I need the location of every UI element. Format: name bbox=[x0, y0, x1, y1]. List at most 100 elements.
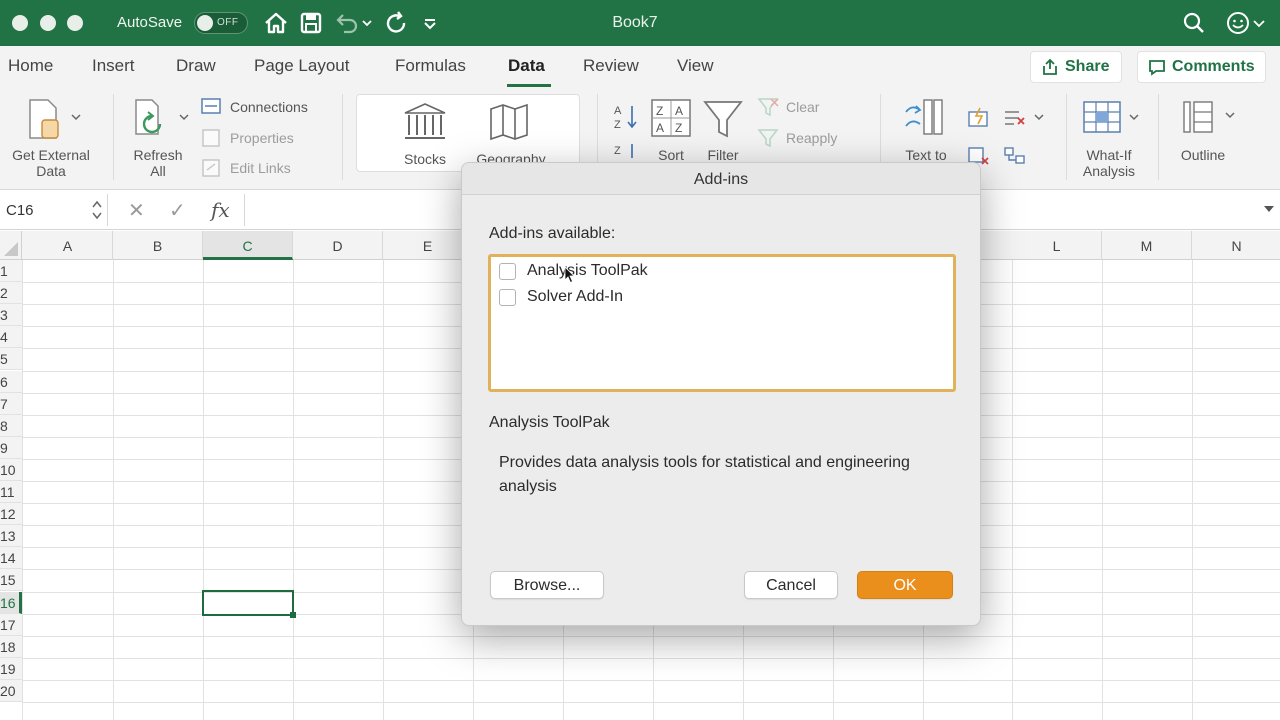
solver-add-in-label[interactable]: Solver Add-In bbox=[527, 288, 623, 306]
comments-button[interactable]: Comments bbox=[1137, 51, 1266, 83]
data-types-gallery: Stocks Geography bbox=[356, 94, 580, 172]
tab-formulas[interactable]: Formulas bbox=[395, 56, 466, 76]
list-item[interactable]: Analysis ToolPak bbox=[495, 260, 935, 284]
tab-review[interactable]: Review bbox=[583, 56, 639, 76]
solver-add-in-checkbox[interactable] bbox=[499, 289, 516, 306]
row-header[interactable]: 15 bbox=[0, 569, 22, 592]
undo-icon[interactable] bbox=[334, 10, 360, 36]
tab-page-layout[interactable]: Page Layout bbox=[254, 56, 349, 76]
what-if-analysis-icon[interactable] bbox=[1080, 98, 1144, 140]
excel-window: AutoSave OFF Book7 Home Insert Draw Page… bbox=[0, 0, 1280, 720]
share-button[interactable]: Share bbox=[1030, 51, 1122, 83]
close-window-button[interactable] bbox=[12, 15, 28, 31]
get-external-data-label[interactable]: Get External Data bbox=[4, 147, 98, 179]
sort-ascending-icon[interactable]: A Z bbox=[612, 102, 640, 132]
column-header-a[interactable]: A bbox=[23, 231, 113, 260]
list-item[interactable]: Solver Add-In bbox=[495, 286, 935, 310]
row-header[interactable]: 1 bbox=[0, 260, 22, 282]
row-header[interactable]: 16 bbox=[0, 591, 22, 614]
insert-function-button[interactable]: fx bbox=[211, 198, 230, 222]
connections-label[interactable]: Connections bbox=[230, 99, 308, 115]
home-icon[interactable] bbox=[263, 10, 289, 36]
relationships-icon[interactable] bbox=[1002, 144, 1028, 168]
select-all-corner[interactable] bbox=[0, 231, 22, 260]
name-box[interactable]: C16 bbox=[0, 194, 108, 226]
outline-icon[interactable] bbox=[1176, 96, 1240, 140]
refresh-all-label[interactable]: Refresh All bbox=[122, 147, 194, 179]
ribbon-separator bbox=[342, 94, 343, 180]
column-header-d[interactable]: D bbox=[293, 231, 383, 260]
connections-icon[interactable] bbox=[200, 97, 222, 117]
customize-toolbar-icon[interactable] bbox=[420, 10, 440, 36]
selected-add-in-name: Analysis ToolPak bbox=[489, 414, 610, 431]
flash-fill-icon[interactable] bbox=[966, 106, 992, 130]
get-external-data-icon[interactable] bbox=[24, 96, 84, 144]
column-header-l[interactable]: L bbox=[1012, 231, 1102, 260]
tab-home[interactable]: Home bbox=[8, 56, 53, 76]
row-header[interactable]: 12 bbox=[0, 503, 22, 526]
filter-icon[interactable] bbox=[702, 98, 744, 140]
column-header-c[interactable]: C bbox=[203, 231, 293, 260]
data-validation-dropdown-icon[interactable] bbox=[1032, 112, 1046, 124]
what-if-analysis-label[interactable]: What-If Analysis bbox=[1074, 147, 1144, 179]
text-to-label[interactable]: Text to bbox=[896, 147, 956, 163]
analysis-toolpak-label[interactable]: Analysis ToolPak bbox=[527, 262, 648, 280]
row-header[interactable]: 17 bbox=[0, 613, 22, 636]
row-header[interactable]: 10 bbox=[0, 458, 22, 481]
tab-data[interactable]: Data bbox=[508, 56, 545, 76]
row-header[interactable]: 5 bbox=[0, 348, 22, 371]
row-header[interactable]: 3 bbox=[0, 304, 22, 327]
minimize-window-button[interactable] bbox=[40, 15, 56, 31]
fill-handle[interactable] bbox=[290, 612, 296, 618]
name-box-stepper-icon[interactable] bbox=[91, 198, 103, 222]
text-to-columns-icon[interactable] bbox=[902, 96, 948, 140]
row-header[interactable]: 13 bbox=[0, 525, 22, 548]
row-header[interactable]: 11 bbox=[0, 481, 22, 503]
feedback-smiley-icon[interactable] bbox=[1225, 10, 1251, 36]
row-header[interactable]: 9 bbox=[0, 436, 22, 459]
ok-button[interactable]: OK bbox=[857, 571, 953, 599]
geography-icon[interactable] bbox=[487, 101, 539, 143]
column-header-m[interactable]: M bbox=[1102, 231, 1192, 260]
filter-label[interactable]: Filter bbox=[700, 147, 746, 163]
autosave-toggle[interactable]: OFF bbox=[194, 12, 248, 34]
cancel-button[interactable]: Cancel bbox=[744, 571, 838, 599]
sort-descending-icon[interactable]: Z bbox=[612, 142, 640, 162]
column-header-n[interactable]: N bbox=[1192, 231, 1280, 260]
save-icon[interactable] bbox=[298, 10, 324, 36]
column-header-e[interactable]: E bbox=[383, 231, 473, 260]
row-header[interactable]: 6 bbox=[0, 370, 22, 393]
row-header[interactable]: 8 bbox=[0, 414, 22, 437]
row-gridline bbox=[22, 702, 1280, 703]
undo-dropdown-icon[interactable] bbox=[360, 10, 374, 36]
row-header[interactable]: 14 bbox=[0, 547, 22, 570]
row-header[interactable]: 20 bbox=[0, 679, 22, 702]
remove-duplicates-icon[interactable] bbox=[1002, 106, 1028, 130]
cancel-entry-button[interactable]: ✕ bbox=[128, 198, 145, 223]
expand-formula-bar-icon[interactable] bbox=[1262, 202, 1276, 216]
zoom-window-button[interactable] bbox=[67, 15, 83, 31]
tab-insert[interactable]: Insert bbox=[92, 56, 135, 76]
tab-draw[interactable]: Draw bbox=[176, 56, 216, 76]
column-header-b[interactable]: B bbox=[113, 231, 203, 260]
redo-icon[interactable] bbox=[384, 10, 410, 36]
sort-label[interactable]: Sort bbox=[648, 147, 694, 163]
stocks-label[interactable]: Stocks bbox=[391, 151, 459, 167]
feedback-dropdown-icon[interactable] bbox=[1251, 10, 1267, 36]
enter-entry-button[interactable]: ✓ bbox=[169, 198, 186, 223]
search-icon[interactable] bbox=[1181, 10, 1207, 36]
add-ins-list[interactable]: Analysis ToolPak Solver Add-In bbox=[488, 254, 956, 392]
outline-label[interactable]: Outline bbox=[1170, 147, 1236, 163]
row-header[interactable]: 2 bbox=[0, 282, 22, 305]
row-header[interactable]: 4 bbox=[0, 326, 22, 349]
tab-view[interactable]: View bbox=[677, 56, 714, 76]
browse-button[interactable]: Browse... bbox=[490, 571, 604, 599]
refresh-all-icon[interactable] bbox=[132, 96, 192, 144]
row-header[interactable]: 18 bbox=[0, 635, 22, 658]
analysis-toolpak-checkbox[interactable] bbox=[499, 263, 516, 280]
row-header[interactable]: 19 bbox=[0, 657, 22, 680]
stocks-icon[interactable] bbox=[401, 101, 449, 143]
active-cell-c16[interactable] bbox=[202, 590, 294, 616]
row-header[interactable]: 7 bbox=[0, 392, 22, 415]
sort-icon[interactable]: Z A A Z bbox=[650, 98, 692, 140]
